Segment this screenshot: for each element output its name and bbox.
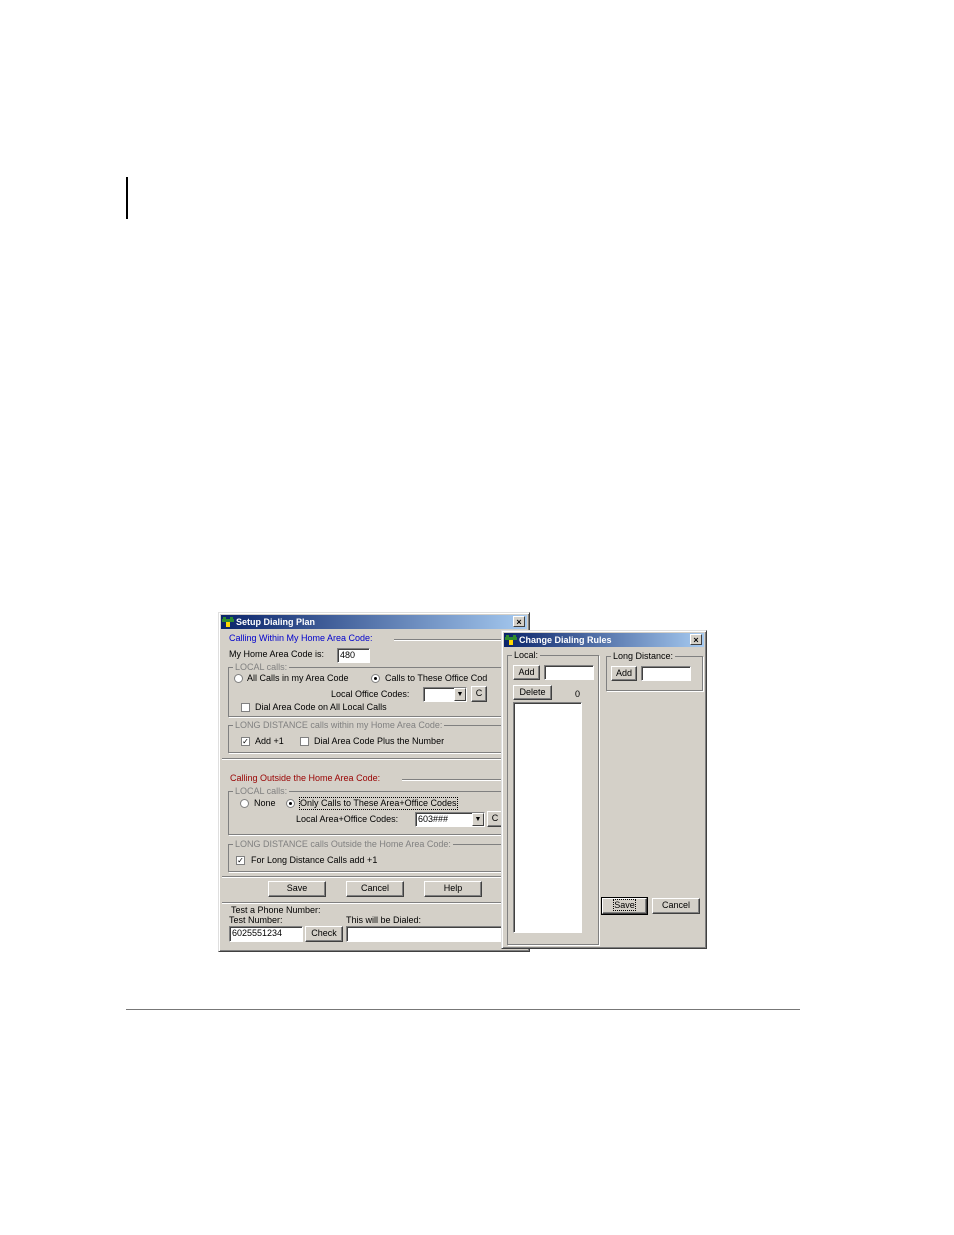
home-area-label: My Home Area Code is: [229, 649, 324, 660]
dial-area-code-checkbox[interactable] [241, 703, 250, 712]
phone-handset-icon [505, 635, 517, 645]
long-distance-add-one-label[interactable]: For Long Distance Calls add +1 [251, 855, 377, 866]
home-area-code-input[interactable]: 480 [337, 648, 370, 663]
section-separator [222, 902, 522, 903]
none-radio[interactable] [240, 799, 249, 808]
long-distance-add-button[interactable]: Add [611, 666, 637, 681]
all-calls-label[interactable]: All Calls in my Area Code [247, 673, 349, 684]
chevron-down-icon[interactable]: ▼ [472, 813, 484, 826]
help-button[interactable]: Help [424, 881, 482, 897]
area-office-codes-label: Local Area+Office Codes: [296, 814, 399, 824]
phone-handset-icon [222, 617, 234, 627]
local-calls-title: LOCAL calls: [233, 662, 290, 673]
window-title: Change Dialing Rules [519, 635, 612, 645]
dial-area-plus-checkbox[interactable] [300, 737, 309, 746]
these-office-codes-label[interactable]: Calls to These Office Cod [385, 673, 487, 684]
setup-title-bar[interactable]: Setup Dialing Plan × [221, 615, 527, 629]
within-home-heading: Calling Within My Home Area Code: [229, 633, 373, 643]
rules-title-bar[interactable]: Change Dialing Rules × [504, 633, 704, 647]
add-one-label[interactable]: Add +1 [255, 736, 284, 747]
cancel-button[interactable]: Cancel [346, 881, 404, 897]
rules-save-label: Save [613, 899, 636, 911]
window-title: Setup Dialing Plan [236, 617, 316, 627]
change-dialing-rules-window: Change Dialing Rules × Local: Add Delete… [501, 630, 707, 949]
dial-area-code-label[interactable]: Dial Area Code on All Local Calls [255, 702, 387, 713]
divider [402, 779, 502, 780]
save-button[interactable]: Save [268, 881, 326, 897]
local-rules-title: Local: [512, 650, 541, 661]
setup-dialing-plan-window: Setup Dialing Plan × Calling Within My H… [218, 612, 530, 952]
rules-save-button[interactable]: Save [601, 897, 648, 915]
local-office-codes-label: Local Office Codes: [331, 689, 410, 699]
local-add-button[interactable]: Add [513, 665, 540, 680]
dialed-output-field [346, 926, 526, 942]
area-office-codes-value: 603### [418, 814, 449, 824]
local-count: 0 [575, 689, 581, 699]
local-add-input[interactable] [544, 665, 594, 680]
long-distance-title: LONG DISTANCE calls within my Home Area … [233, 720, 445, 731]
local-office-codes-c-button[interactable]: C [471, 686, 487, 702]
rules-cancel-button[interactable]: Cancel [652, 898, 700, 914]
long-distance-rules-title: Long Distance: [611, 651, 676, 662]
long-distance-add-input[interactable] [641, 666, 691, 681]
none-label[interactable]: None [254, 798, 276, 809]
local-delete-button[interactable]: Delete [513, 685, 552, 700]
only-area-office-codes-radio[interactable] [286, 799, 295, 808]
dialed-label: This will be Dialed: [346, 915, 422, 925]
long-distance-add-one-checkbox[interactable]: ✓ [236, 856, 245, 865]
test-number-label: Test Number: [229, 915, 283, 925]
all-calls-radio[interactable] [234, 674, 243, 683]
area-office-codes-combo[interactable]: 603### ▼ [415, 812, 485, 827]
local-office-codes-combo[interactable]: ▼ [423, 687, 467, 702]
outside-home-heading: Calling Outside the Home Area Code: [230, 773, 381, 783]
these-office-codes-radio[interactable] [371, 674, 380, 683]
only-area-office-codes-label[interactable]: Only Calls to These Area+Office Codes [299, 797, 458, 810]
test-number-input[interactable]: 6025551234 [229, 926, 303, 942]
close-icon[interactable]: × [513, 616, 525, 627]
check-button[interactable]: Check [305, 926, 343, 942]
outside-long-distance-title: LONG DISTANCE calls Outside the Home Are… [233, 839, 453, 850]
section-separator [222, 758, 522, 759]
add-one-checkbox[interactable]: ✓ [241, 737, 250, 746]
page-margin-bar [126, 177, 128, 219]
section-separator [222, 876, 522, 877]
chevron-down-icon[interactable]: ▼ [454, 688, 466, 701]
dial-area-plus-label[interactable]: Dial Area Code Plus the Number [314, 736, 444, 747]
outside-local-calls-title: LOCAL calls: [233, 786, 290, 797]
divider [394, 639, 502, 640]
local-rules-list[interactable] [513, 702, 582, 933]
home-area-label-text: My Home Area Code is: [229, 649, 325, 659]
page-footer-rule [126, 1009, 800, 1010]
close-icon[interactable]: × [690, 634, 702, 645]
